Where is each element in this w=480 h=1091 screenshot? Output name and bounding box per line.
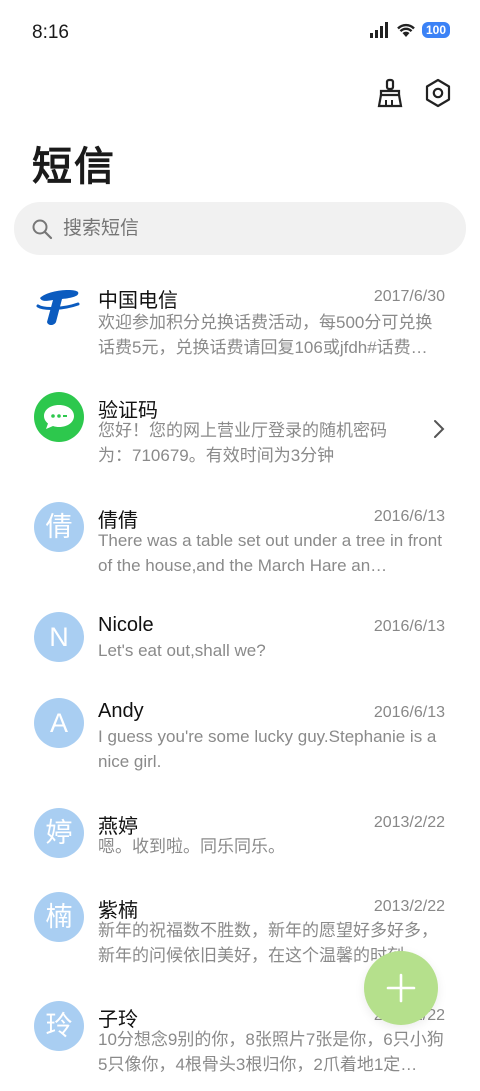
search-bar[interactable] xyxy=(14,202,466,255)
message-date: 2016/6/13 xyxy=(373,704,445,721)
list-item[interactable]: 验证码 您好！您的网上营业厅登录的随机密码为：710679。有效时间为3分钟 xyxy=(0,372,480,482)
status-time: 8:16 xyxy=(32,22,69,43)
signal-icon xyxy=(369,22,388,38)
message-date: 2013/2/22 xyxy=(373,814,445,831)
message-preview: 欢迎参加积分兑换话费活动，每500分可兑换话费5元，兑换话费请回复106或jfd… xyxy=(98,313,433,357)
list-item[interactable]: A Andy 2016/6/13 I guess you're some luc… xyxy=(0,678,480,788)
wifi-icon xyxy=(397,23,415,37)
avatar: N xyxy=(34,612,84,662)
message-preview: 嗯。收到啦。同乐同乐。 xyxy=(98,837,285,856)
contact-name: 中国电信 xyxy=(98,290,178,312)
message-date: 2016/6/13 xyxy=(373,508,445,525)
chevron-right-icon[interactable] xyxy=(432,419,446,439)
avatar: 婷 xyxy=(34,808,84,858)
message-preview: 您好！您的网上营业厅登录的随机密码为：710679。有效时间为3分钟 xyxy=(98,421,387,465)
status-icons: 100 xyxy=(369,22,450,38)
status-bar: 8:16 100 xyxy=(0,0,480,68)
plus-icon xyxy=(386,973,416,1003)
message-date: 2017/6/30 xyxy=(373,288,445,305)
message-preview: Let's eat out,shall we? xyxy=(98,641,266,660)
compose-button[interactable] xyxy=(364,951,438,1025)
contact-name: Nicole xyxy=(98,614,154,636)
message-preview: There was a table set out under a tree i… xyxy=(98,531,442,575)
avatar: 倩 xyxy=(34,502,84,552)
list-item[interactable]: 倩 倩倩 2016/6/13 There was a table set out… xyxy=(0,482,480,592)
search-input[interactable] xyxy=(61,216,425,241)
page-title: 短信 xyxy=(32,145,116,189)
list-item[interactable]: N Nicole 2016/6/13 Let's eat out,shall w… xyxy=(0,592,480,678)
broom-icon[interactable] xyxy=(376,78,404,108)
contact-name: Andy xyxy=(98,700,144,722)
avatar: 楠 xyxy=(34,892,84,942)
message-date: 2016/6/13 xyxy=(373,618,445,635)
message-bubble-icon xyxy=(34,392,84,442)
search-icon xyxy=(32,219,53,239)
list-item[interactable]: 婷 燕婷 2013/2/22 嗯。收到啦。同乐同乐。 xyxy=(0,788,480,872)
message-preview: I guess you're some lucky guy.Stephanie … xyxy=(98,727,437,771)
battery-indicator: 100 xyxy=(421,22,450,38)
list-item[interactable]: 中国电信 2017/6/30 欢迎参加积分兑换话费活动，每500分可兑换话费5元… xyxy=(0,262,480,372)
message-preview: 10分想念9别的你，8张照片7张是你，6只小狗5只像你，4根骨头3根归你，2爪着… xyxy=(98,1030,444,1074)
avatar: 玲 xyxy=(34,1001,84,1051)
message-date: 2013/2/22 xyxy=(373,898,445,915)
telecom-logo xyxy=(34,282,84,332)
top-actions xyxy=(376,78,452,108)
avatar: A xyxy=(34,698,84,748)
settings-hex-icon[interactable] xyxy=(424,78,452,108)
